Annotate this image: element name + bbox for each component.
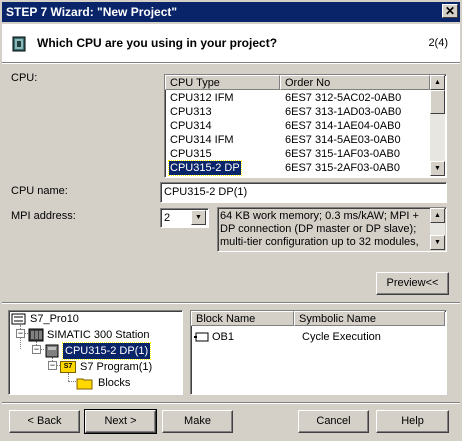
project-tree[interactable]: S7_Pro10 − SIMATIC 300 Station − CPU315-… bbox=[8, 310, 183, 395]
next-button[interactable]: Next > bbox=[84, 409, 157, 434]
scroll-down-arrow-icon[interactable]: ▼ bbox=[430, 235, 445, 250]
cpu-type: CPU312 IFM bbox=[170, 92, 234, 104]
block-symbol: Cycle Execution bbox=[302, 331, 381, 343]
block-row[interactable]: OB1 Cycle Execution bbox=[194, 330, 444, 344]
scroll-thumb[interactable] bbox=[430, 90, 445, 114]
order-no: 6ES7 313-1AD03-0AB0 bbox=[285, 106, 402, 118]
order-no: 6ES7 314-5AE03-0AB0 bbox=[285, 134, 401, 146]
tree-label: S7_Pro10 bbox=[30, 313, 79, 325]
description-scrollbar[interactable]: ▲ ▼ bbox=[430, 208, 445, 250]
scroll-down-arrow-icon[interactable]: ▼ bbox=[430, 161, 445, 176]
cpu-row[interactable]: CPU315 6ES7 315-1AF03-0AB0 bbox=[166, 147, 429, 161]
cpu-type: CPU313 bbox=[170, 106, 212, 118]
cpu-row[interactable]: CPU313 6ES7 313-1AD03-0AB0 bbox=[166, 105, 429, 119]
order-no: 6ES7 314-1AE04-0AB0 bbox=[285, 120, 401, 132]
mpi-address-dropdown[interactable]: 2 ▼ bbox=[160, 208, 209, 228]
scroll-up-arrow-icon[interactable]: ▲ bbox=[430, 208, 445, 223]
tree-label: S7 Program(1) bbox=[80, 361, 153, 373]
cpu-row[interactable]: CPU314 6ES7 314-1AE04-0AB0 bbox=[166, 119, 429, 133]
close-icon: ✕ bbox=[444, 4, 456, 18]
dropdown-arrow-icon[interactable]: ▼ bbox=[191, 210, 206, 225]
cpu-name-label: CPU name: bbox=[11, 185, 68, 197]
back-button[interactable]: < Back bbox=[9, 410, 80, 433]
divider bbox=[2, 403, 460, 404]
mpi-address-value: 2 bbox=[164, 212, 171, 224]
cpu-type: CPU315-2 DP bbox=[168, 160, 242, 176]
collapse-icon[interactable]: − bbox=[16, 329, 25, 338]
s7-program-icon: S7 bbox=[60, 361, 76, 373]
mpi-address-label: MPI address: bbox=[11, 210, 76, 222]
cpu-row[interactable]: CPU314 IFM 6ES7 314-5AE03-0AB0 bbox=[166, 133, 429, 147]
tree-line bbox=[68, 373, 69, 381]
tree-label: Blocks bbox=[98, 377, 131, 389]
window-title: STEP 7 Wizard: "New Project" bbox=[6, 5, 178, 19]
make-button[interactable]: Make bbox=[162, 410, 233, 433]
cpu-type: CPU315 bbox=[170, 148, 212, 160]
wizard-question: Which CPU are you using in your project? bbox=[37, 36, 278, 50]
order-no-column-header[interactable]: Order No bbox=[280, 75, 430, 90]
blocks-list[interactable]: Block Name Symbolic Name OB1 Cycle Execu… bbox=[190, 310, 447, 395]
collapse-icon[interactable]: − bbox=[48, 361, 57, 370]
scroll-up-arrow-icon[interactable]: ▲ bbox=[430, 75, 445, 90]
cpu-label: CPU: bbox=[11, 72, 38, 84]
wizard-icon bbox=[12, 36, 26, 52]
divider bbox=[2, 63, 460, 64]
station-icon bbox=[28, 328, 44, 342]
collapse-icon[interactable]: − bbox=[32, 345, 41, 354]
project-icon bbox=[11, 313, 26, 325]
cpu-list[interactable]: CPU Type Order No CPU312 IFM 6ES7 312-5AC… bbox=[164, 74, 447, 178]
cpu-description-text: 64 KB work memory; 0.3 ms/kAW; MPI + DP … bbox=[220, 210, 419, 248]
order-no: 6ES7 312-5AC02-0AB0 bbox=[285, 92, 402, 104]
tree-line bbox=[68, 381, 76, 382]
tree-label: SIMATIC 300 Station bbox=[47, 329, 150, 341]
cancel-button[interactable]: Cancel bbox=[298, 410, 369, 433]
cpu-row[interactable]: CPU315-2 DP 6ES7 315-2AF03-0AB0 bbox=[166, 160, 429, 176]
order-no: 6ES7 315-1AF03-0AB0 bbox=[285, 148, 400, 160]
block-name-column-header[interactable]: Block Name bbox=[191, 311, 294, 326]
cpu-name-field[interactable]: CPU315-2 DP(1) bbox=[160, 182, 447, 203]
order-no: 6ES7 315-2AF03-0AB0 bbox=[285, 162, 400, 174]
wizard-header: Which CPU are you using in your project?… bbox=[2, 24, 460, 62]
cpu-name-value: CPU315-2 DP(1) bbox=[164, 186, 248, 198]
wizard-window: STEP 7 Wizard: "New Project" ✕ Which CPU… bbox=[0, 0, 462, 441]
cpu-description: 64 KB work memory; 0.3 ms/kAW; MPI + DP … bbox=[217, 207, 447, 252]
tree-label: CPU315-2 DP(1) bbox=[61, 342, 152, 360]
block-icon bbox=[194, 332, 209, 342]
cpu-icon bbox=[45, 344, 59, 358]
block-name: OB1 bbox=[212, 331, 235, 343]
folder-icon bbox=[76, 378, 93, 390]
cpu-list-scrollbar[interactable]: ▲ ▼ bbox=[430, 75, 445, 176]
symbolic-name-column-header[interactable]: Symbolic Name bbox=[294, 311, 445, 326]
step-indicator: 2(4) bbox=[428, 37, 448, 49]
help-button[interactable]: Help bbox=[376, 410, 449, 433]
cpu-type: CPU314 bbox=[170, 120, 212, 132]
close-button[interactable]: ✕ bbox=[442, 4, 458, 18]
cpu-type-column-header[interactable]: CPU Type bbox=[165, 75, 280, 90]
divider bbox=[2, 303, 460, 304]
cpu-row[interactable]: CPU312 IFM 6ES7 312-5AC02-0AB0 bbox=[166, 91, 429, 105]
cpu-type: CPU314 IFM bbox=[170, 134, 234, 146]
preview-button[interactable]: Preview<< bbox=[376, 272, 449, 295]
title-bar[interactable]: STEP 7 Wizard: "New Project" ✕ bbox=[2, 2, 460, 22]
